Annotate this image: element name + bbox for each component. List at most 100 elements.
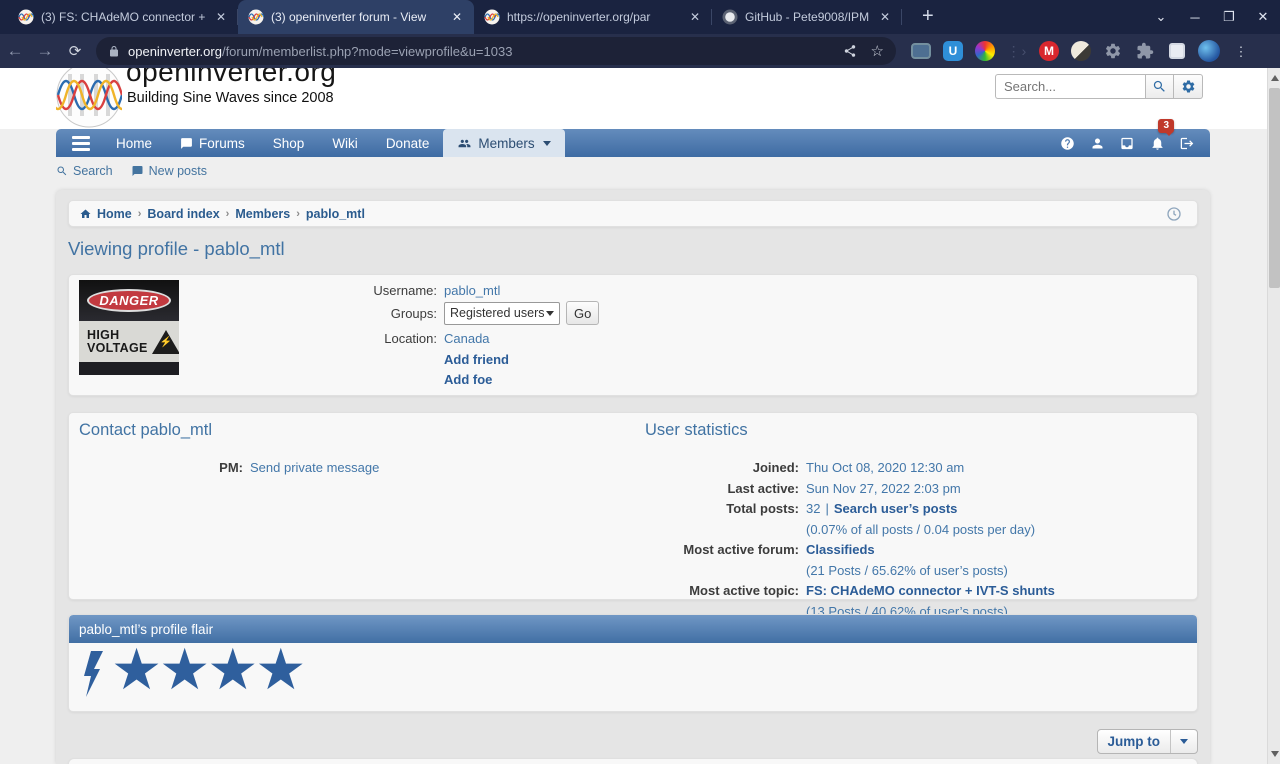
username-value[interactable]: pablo_mtl xyxy=(444,283,500,298)
github-favicon xyxy=(722,9,738,25)
search-settings-button[interactable] xyxy=(1174,74,1203,99)
lock-icon xyxy=(108,45,120,58)
nav-shop[interactable]: Shop xyxy=(259,129,319,157)
tab-close-icon[interactable]: ✕ xyxy=(686,9,704,25)
chevron-down-icon xyxy=(543,141,551,146)
mega-extension-icon[interactable]: M xyxy=(1038,40,1060,62)
add-foe-link[interactable]: Add foe xyxy=(444,372,492,387)
close-button[interactable]: ✕ xyxy=(1246,9,1280,25)
site-header: openinverter.org Building Sine Waves sin… xyxy=(0,68,1280,129)
tab-bar: (3) FS: CHAdeMO connector + ✕ (3) openin… xyxy=(0,0,1280,34)
statistics-title: User statistics xyxy=(645,421,1211,440)
groups-select[interactable]: Registered users xyxy=(444,302,560,325)
site-title[interactable]: openinverter.org xyxy=(126,68,336,88)
site-tagline: Building Sine Waves since 2008 xyxy=(127,90,334,106)
pm-label: PM: xyxy=(79,458,250,479)
jump-to-dropdown-arrow[interactable] xyxy=(1170,730,1197,753)
nav-forums[interactable]: Forums xyxy=(166,129,259,157)
extensions-puzzle-icon[interactable] xyxy=(1134,40,1156,62)
most-active-topic-link[interactable]: FS: CHAdeMO connector + IVT-S shunts xyxy=(806,581,1055,602)
go-button[interactable]: Go xyxy=(566,301,599,325)
openinverter-favicon xyxy=(484,9,500,25)
messages-inbox-icon[interactable] xyxy=(1112,129,1142,157)
ublock-extension-icon[interactable]: U xyxy=(942,40,964,62)
search-icon xyxy=(56,165,68,177)
total-posts-value: 32 xyxy=(806,499,820,520)
screenshot-extension-icon[interactable] xyxy=(910,40,932,62)
minimize-button[interactable]: ─ xyxy=(1178,10,1212,25)
tab-title: (3) openinverter forum - View xyxy=(271,10,441,24)
tab-close-icon[interactable]: ✕ xyxy=(212,9,230,25)
bookmark-star-icon[interactable]: ☆ xyxy=(871,42,884,60)
location-value[interactable]: Canada xyxy=(444,331,490,346)
most-active-forum-link[interactable]: Classifieds xyxy=(806,540,875,561)
nav-home[interactable]: Home xyxy=(102,129,166,157)
logout-icon[interactable] xyxy=(1172,129,1202,157)
flair-stars: ★★★★ xyxy=(111,642,303,698)
reload-button[interactable]: ⟳ xyxy=(60,42,90,60)
nav-members-active[interactable]: Members xyxy=(443,129,564,157)
reading-mode-icon[interactable] xyxy=(1166,40,1188,62)
browser-tab-2-active[interactable]: (3) openinverter forum - View ✕ xyxy=(238,0,474,34)
breadcrumb-home[interactable]: Home xyxy=(97,207,132,221)
add-friend-link[interactable]: Add friend xyxy=(444,352,509,367)
nav-wiki[interactable]: Wiki xyxy=(318,129,372,157)
tab-close-icon[interactable]: ✕ xyxy=(448,9,466,25)
search-users-posts-link[interactable]: Search user’s posts xyxy=(834,499,958,520)
most-active-forum-note: (21 Posts / 65.62% of user’s posts) xyxy=(806,561,1008,582)
hamburger-menu-icon[interactable] xyxy=(56,129,102,157)
tab-search-chevron-icon[interactable]: ⌄ xyxy=(1144,9,1178,25)
disabled-extension-icon[interactable]: ⋮› xyxy=(1006,40,1028,62)
menu-kebab-icon[interactable]: ⋮ xyxy=(1230,40,1252,62)
browser-tab-4[interactable]: GitHub - Pete9008/IPMMotor ✕ xyxy=(712,0,902,34)
new-posts-link[interactable]: New posts xyxy=(131,164,207,178)
back-button[interactable]: ← xyxy=(0,41,30,61)
openinverter-logo[interactable] xyxy=(56,68,122,128)
notifications-bell-icon[interactable]: 3 xyxy=(1142,129,1172,157)
breadcrumb-members[interactable]: Members xyxy=(235,207,290,221)
settings-extension-icon[interactable] xyxy=(1102,40,1124,62)
content-wrapper: Home › Board index › Members › pablo_mtl… xyxy=(56,190,1210,764)
search-input[interactable] xyxy=(995,74,1145,99)
tab-close-icon[interactable]: ✕ xyxy=(876,9,894,25)
most-active-forum-label: Most active forum: xyxy=(645,540,806,561)
members-group-icon xyxy=(457,137,472,150)
page-scrollbar[interactable] xyxy=(1267,68,1280,764)
breadcrumb-user[interactable]: pablo_mtl xyxy=(306,207,365,221)
openinverter-favicon xyxy=(18,9,34,25)
breadcrumb-board-index[interactable]: Board index xyxy=(147,207,219,221)
scroll-down-arrow[interactable] xyxy=(1271,751,1279,757)
contact-column: Contact pablo_mtl PM: Send private messa… xyxy=(79,421,635,479)
quick-links-row: Search New posts xyxy=(56,164,207,178)
jump-to-button[interactable]: Jump to xyxy=(1097,729,1199,754)
browser-tab-1[interactable]: (3) FS: CHAdeMO connector + ✕ xyxy=(8,0,238,34)
share-icon[interactable] xyxy=(843,44,857,58)
send-private-message-link[interactable]: Send private message xyxy=(250,458,379,479)
search-submit-button[interactable] xyxy=(1145,74,1174,99)
profile-panel: DANGER HIGHVOLTAGE Username: pablo_mtl G… xyxy=(68,274,1198,396)
profile-avatar-icon[interactable] xyxy=(1198,40,1220,62)
forward-button[interactable]: → xyxy=(30,41,60,61)
clock-icon[interactable] xyxy=(1166,206,1182,222)
color-wheel-extension-icon[interactable] xyxy=(974,40,996,62)
profile-icon[interactable] xyxy=(1082,129,1112,157)
new-posts-bubble-icon xyxy=(131,165,144,177)
tab-title: (3) FS: CHAdeMO connector + xyxy=(41,10,205,24)
quick-search-link[interactable]: Search xyxy=(56,164,113,178)
footer-panel-edge xyxy=(68,758,1198,764)
forums-bubble-icon xyxy=(180,137,193,150)
joined-value: Thu Oct 08, 2020 12:30 am xyxy=(806,458,964,479)
nav-donate[interactable]: Donate xyxy=(372,129,444,157)
username-label: Username: xyxy=(69,283,444,298)
help-icon[interactable] xyxy=(1052,129,1082,157)
browser-tab-3[interactable]: https://openinverter.org/par ✕ xyxy=(474,0,712,34)
extensions-row: U ⋮› M ⋮ xyxy=(910,40,1252,62)
scrollbar-thumb[interactable] xyxy=(1269,88,1280,288)
new-tab-button[interactable]: + xyxy=(914,5,942,28)
scroll-up-arrow[interactable] xyxy=(1271,75,1279,81)
badger-extension-icon[interactable] xyxy=(1070,40,1092,62)
address-bar[interactable]: openinverter.org/forum/memberlist.php?mo… xyxy=(96,37,896,65)
restore-button[interactable]: ❐ xyxy=(1212,9,1246,25)
total-posts-label: Total posts: xyxy=(645,499,806,520)
browser-toolbar: ← → ⟳ openinverter.org/forum/memberlist.… xyxy=(0,34,1280,68)
